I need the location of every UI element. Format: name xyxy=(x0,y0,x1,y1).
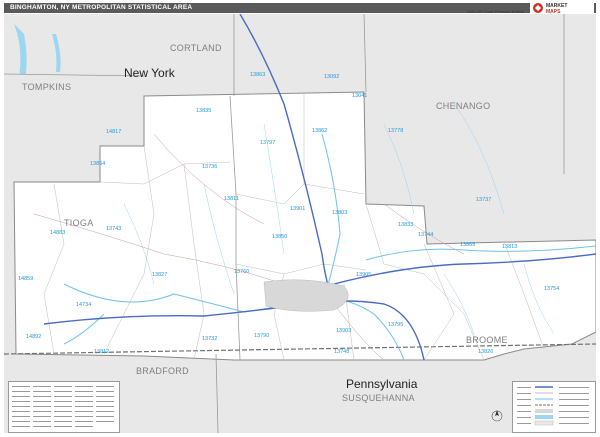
zip-label: 13835 xyxy=(196,108,211,114)
marketmaps-logo-icon: MARKET MAPS xyxy=(530,1,594,15)
urban-area-binghamton xyxy=(263,279,349,312)
zip-label: 14734 xyxy=(76,302,91,308)
map-area[interactable]: CORTLAND TOMPKINS CHENANGO TIOGA BROOME … xyxy=(4,14,596,433)
zip-label: 13905 xyxy=(356,272,371,278)
zip-label: 13803 xyxy=(332,210,347,216)
zip-label: 13041 xyxy=(352,93,367,99)
county-label-chenango: CHENANGO xyxy=(436,101,490,111)
zip-label: 13813 xyxy=(502,244,517,250)
zip-label: 13901 xyxy=(290,206,305,212)
zip-label: 13778 xyxy=(388,128,403,134)
zip-label: 13737 xyxy=(476,197,491,203)
zip-label: 13797 xyxy=(260,140,275,146)
zip-label: 14859 xyxy=(18,276,33,282)
zip-label: 13864 xyxy=(90,161,105,167)
zip-label: 13826 xyxy=(478,349,493,355)
map-title: BINGHAMTON, NY METROPOLITAN STATISTICAL … xyxy=(10,4,193,11)
county-label-susquehanna: SUSQUEHANNA xyxy=(342,393,415,403)
zip-label: 13811 xyxy=(224,196,239,202)
zip-label: 13754 xyxy=(544,286,559,292)
county-label-bradford: BRADFORD xyxy=(136,366,189,376)
map-legend xyxy=(512,381,596,433)
county-label-broome: BROOME xyxy=(466,335,508,345)
legend-table xyxy=(8,381,120,433)
zip-label: 13795 xyxy=(388,322,403,328)
state-label-new-york: New York xyxy=(124,66,176,80)
map-legend-icon xyxy=(12,386,114,427)
zip-label: 13812 xyxy=(94,349,109,355)
county-label-tioga: TIOGA xyxy=(64,218,94,228)
zip-label: 13760 xyxy=(234,269,249,275)
zip-label: 13790 xyxy=(254,333,269,339)
zip-label: 13743 xyxy=(106,226,121,232)
zip-label: 13850 xyxy=(272,234,287,240)
zip-label: 14883 xyxy=(50,230,65,236)
county-label-cortland: CORTLAND xyxy=(170,43,222,53)
zip-label: 13862 xyxy=(312,128,327,134)
zip-label: 13744 xyxy=(418,232,433,238)
state-label-pennsylvania: Pennsylvania xyxy=(346,377,418,391)
map-frame: BINGHAMTON, NY METROPOLITAN STATISTICAL … xyxy=(0,0,600,437)
zip-label: 14817 xyxy=(106,129,121,135)
zip-label: 13903 xyxy=(336,328,351,334)
zip-label: 13827 xyxy=(152,272,167,278)
zip-label: 13865 xyxy=(460,242,475,248)
zip-label: 13833 xyxy=(398,222,413,228)
map-canvas[interactable]: CORTLAND TOMPKINS CHENANGO TIOGA BROOME … xyxy=(4,14,596,433)
zip-label: 13736 xyxy=(202,164,217,170)
zip-label: 14892 xyxy=(26,334,41,340)
county-label-tompkins: TOMPKINS xyxy=(22,82,71,92)
zip-label: 13732 xyxy=(202,336,217,342)
zip-label: 13092 xyxy=(324,74,339,80)
zip-label: 13748 xyxy=(334,349,349,355)
legend-symbols-icon xyxy=(517,386,589,426)
zip-label: 13863 xyxy=(250,72,265,78)
